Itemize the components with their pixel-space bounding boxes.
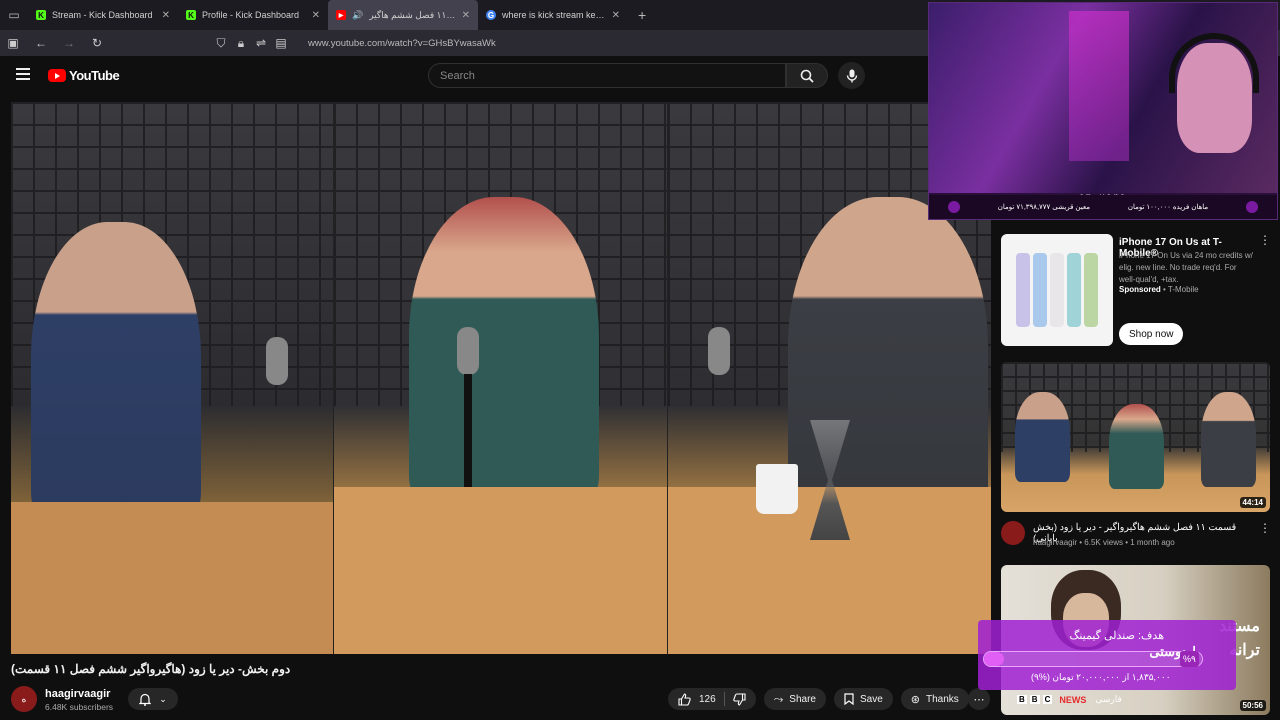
ad-description: iPhone 17 On Us via 24 mo credits w/ eli… [1119, 251, 1253, 284]
kick-icon: K [186, 10, 196, 20]
browser-tab-youtube[interactable]: ▶ 🔊 قسمت ۱۱ فصل ششم هاگیر... ✕ [328, 0, 478, 30]
more-horizontal-icon: ⋯ [973, 693, 985, 706]
channel-name[interactable]: haagirvaagir [45, 688, 110, 700]
more-actions-button[interactable]: ⋯ [968, 688, 990, 710]
goal-amount: ۱,۸۳۵,۰۰۰ از ۲۰,۰۰۰,۰۰۰ تومان (%۹) [1031, 672, 1171, 682]
search-input[interactable]: Search [428, 63, 786, 88]
like-button[interactable]: 126 [668, 688, 756, 710]
microphone [266, 337, 288, 385]
channel-avatar[interactable] [1001, 521, 1025, 545]
phone-image [1033, 253, 1047, 327]
shop-now-button[interactable]: Shop now [1119, 323, 1184, 345]
ad-thumbnail[interactable] [1001, 234, 1113, 346]
ticker-icon [947, 201, 960, 213]
ticker-icon [1246, 201, 1259, 213]
ticker-item: معین قریشی ۷۱,۳۹۸,۷۷۷ تومان [997, 204, 1090, 211]
youtube-logo[interactable]: YouTube [48, 68, 120, 83]
new-tab-button[interactable]: + [628, 7, 656, 23]
tab-list-icon[interactable]: ▭ [0, 0, 28, 30]
bell-icon [139, 693, 152, 706]
microphone [457, 327, 479, 375]
video-frame-center [334, 102, 667, 654]
shield-icon[interactable]: ⛉ [214, 36, 228, 51]
recommended-meta: haagirvaagir • 6.5K views • 1 month ago [1033, 538, 1175, 547]
thumbs-down-icon[interactable] [732, 692, 746, 706]
tab-title: Profile - Kick Dashboard [202, 10, 300, 20]
youtube-wordmark: YouTube [69, 68, 120, 83]
like-count: 126 [699, 693, 716, 705]
reload-icon[interactable]: ↻ [90, 36, 104, 50]
close-tab-icon[interactable]: ✕ [162, 10, 170, 21]
goal-title: هدف: صندلی گیمینگ [1069, 630, 1165, 642]
stream-webcam-overlay: em_vers معین قریشی ۷۱,۳۹۸,۷۷۷ تومان ماها… [928, 2, 1278, 220]
youtube-icon: ▶ [336, 10, 346, 20]
table [334, 487, 667, 654]
lock-icon[interactable]: 🔒︎ [234, 36, 248, 51]
donation-goal-widget: هدف: صندلی گیمینگ لیدوستی %۹ ۱,۸۳۵,۰۰۰ ا… [978, 620, 1236, 690]
back-arrow-icon[interactable]: ← [34, 36, 48, 50]
menu-icon[interactable] [16, 68, 30, 80]
phone-image [1050, 253, 1064, 327]
search-icon [800, 69, 814, 83]
channel-avatar[interactable]: ه [11, 686, 37, 712]
thumbs-up-icon [678, 692, 691, 706]
browser-tab-stream-kick[interactable]: K Stream - Kick Dashboard ✕ [28, 0, 178, 30]
thanks-icon: ⊛ [910, 693, 920, 706]
phone-image [1067, 253, 1081, 327]
video-frame-left [11, 102, 333, 654]
video-duration: 44:14 [1239, 497, 1266, 508]
permissions-icon[interactable]: ⇌ [254, 36, 268, 50]
ticker-item: ماهان فریده ۱۰۰,۰۰۰ تومان [1127, 204, 1209, 211]
sidebar-toggle-icon[interactable]: ▣ [6, 36, 20, 50]
search-button[interactable] [786, 63, 828, 88]
coffee-mug [756, 464, 798, 514]
goal-progress-fill [984, 652, 1004, 666]
kick-icon: K [36, 10, 46, 20]
voice-search-button[interactable] [838, 62, 865, 89]
more-vertical-icon[interactable]: ⋮ [1259, 522, 1271, 534]
browser-tab-profile-kick[interactable]: K Profile - Kick Dashboard ✕ [178, 0, 328, 30]
google-icon: G [486, 10, 496, 20]
phone-image [1084, 253, 1098, 327]
close-tab-icon[interactable]: ✕ [312, 10, 320, 21]
address-bar[interactable]: www.youtube.com/watch?v=GHsBYwasaWk [308, 38, 496, 49]
video-title: (دوم بخش- دیر یا زود (هاگیرواگیر ششم فصل… [11, 662, 291, 676]
browser-tab-google[interactable]: G where is kick stream key? - Goo ✕ [478, 0, 628, 30]
host-left [31, 222, 201, 522]
goal-percent: %۹ [1180, 651, 1199, 667]
tab-title: Stream - Kick Dashboard [52, 10, 153, 20]
page-info-icon[interactable]: ▤ [274, 36, 288, 50]
chevron-down-icon: ⌄ [159, 693, 167, 704]
more-vertical-icon[interactable]: ⋮ [1259, 234, 1271, 246]
video-duration: 50:56 [1239, 700, 1266, 711]
phone-image [1016, 253, 1030, 327]
youtube-play-icon [48, 69, 66, 82]
bbc-news-logo: BBC NEWS فارسی [1017, 694, 1122, 705]
host-center [409, 197, 599, 507]
subscriber-count: 6.48K subscribers [45, 702, 114, 712]
donation-ticker: معین قریشی ۷۱,۳۹۸,۷۷۷ تومان ماهان فریده … [929, 195, 1277, 219]
tab-title: قسمت ۱۱ فصل ششم هاگیر... [369, 9, 455, 20]
forward-arrow-icon[interactable]: → [62, 36, 76, 50]
video-player[interactable] [11, 102, 991, 654]
table [11, 502, 333, 654]
close-tab-icon[interactable]: ✕ [612, 10, 620, 21]
share-button[interactable]: ⤳ Share [763, 688, 826, 710]
save-button[interactable]: Save [833, 688, 893, 710]
recommended-thumbnail[interactable]: 44:14 [1001, 362, 1270, 512]
video-actions: 126 ⤳ Share Save ⊛ Thanks [668, 688, 969, 710]
goal-progress-bar [983, 651, 1203, 667]
sponsored-ad[interactable]: iPhone 17 On Us at T-Mobile® iPhone 17 O… [1001, 234, 1271, 346]
close-tab-icon[interactable]: ✕ [462, 10, 470, 21]
tab-title: where is kick stream key? - Goo [502, 10, 606, 20]
bookmark-icon [844, 693, 854, 705]
notification-button[interactable]: ⌄ [128, 688, 178, 710]
host-right [788, 197, 988, 527]
microphone-icon [846, 69, 857, 82]
speaker-icon[interactable]: 🔊 [352, 10, 363, 21]
thanks-button[interactable]: ⊛ Thanks [900, 688, 969, 710]
ad-sponsor-line: Sponsored • T-Mobile [1119, 285, 1199, 294]
share-icon: ⤳ [773, 691, 784, 706]
microphone [708, 327, 730, 375]
